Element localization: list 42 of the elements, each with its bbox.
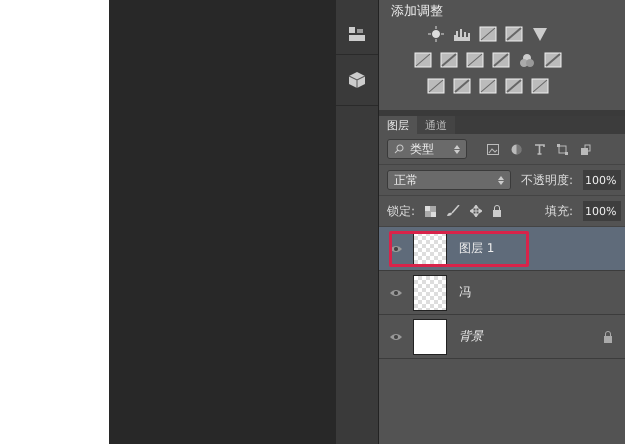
panel-title: 添加调整	[390, 3, 444, 20]
eye-icon[interactable]	[390, 244, 402, 252]
circle-icon[interactable]	[510, 144, 522, 154]
layer-thumbnail	[412, 274, 447, 310]
layer-name: 冯	[458, 284, 471, 301]
text-icon[interactable]	[534, 144, 545, 154]
layer-name: 背景	[458, 328, 483, 345]
panel-tab[interactable]: 图层	[378, 116, 417, 134]
fill-label: 填充:	[544, 202, 573, 220]
panel-tab[interactable]: 通道	[416, 116, 455, 134]
layer-row[interactable]: 冯	[378, 271, 625, 315]
sun-icon[interactable]	[426, 26, 445, 42]
lock-icon[interactable]	[492, 205, 502, 217]
filter-dropdown[interactable]: 类型	[386, 139, 467, 159]
move-icon[interactable]	[470, 205, 482, 217]
search-icon	[394, 144, 404, 154]
eye-icon[interactable]	[390, 288, 402, 296]
histogram-icon[interactable]	[452, 26, 471, 42]
curve-icon[interactable]	[478, 26, 497, 42]
layer-row[interactable]: 图层 1	[378, 227, 625, 271]
square-icon[interactable]	[426, 78, 445, 94]
fill-field[interactable]: 100%	[583, 201, 621, 221]
checker-icon[interactable]	[425, 206, 436, 216]
shape-icon[interactable]	[556, 144, 568, 154]
diagonal-square-icon[interactable]	[452, 78, 471, 94]
opacity-label: 不透明度:	[520, 172, 573, 188]
opacity-field[interactable]: 100%	[583, 170, 621, 190]
circles-icon[interactable]	[518, 52, 536, 68]
eye-icon[interactable]	[390, 332, 402, 340]
stepper-icon	[498, 176, 504, 184]
layer-thumbnail	[412, 318, 447, 354]
layer-row[interactable]: 背景	[378, 315, 625, 359]
triangle-icon[interactable]	[530, 26, 549, 42]
smart-object-icon[interactable]	[580, 144, 591, 154]
layer-name: 图层 1	[458, 240, 494, 257]
image-icon[interactable]	[486, 144, 499, 154]
properties-icon[interactable]	[347, 25, 368, 43]
stepper-icon	[454, 144, 460, 154]
brush-icon[interactable]	[446, 205, 460, 217]
lock-label: 锁定:	[386, 202, 415, 220]
blend-mode-dropdown[interactable]: 正常	[386, 170, 511, 190]
cube-icon[interactable]	[348, 71, 366, 89]
